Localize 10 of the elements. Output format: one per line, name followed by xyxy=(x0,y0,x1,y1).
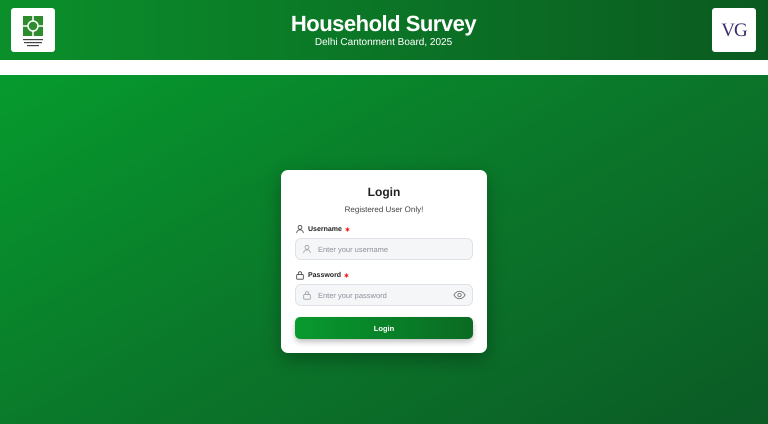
user-icon xyxy=(295,224,305,234)
app-title: Household Survey xyxy=(290,11,476,37)
app-subtitle: Delhi Cantonment Board, 2025 xyxy=(314,37,452,49)
login-subtitle: Registered User Only! xyxy=(344,205,424,214)
vg-logo: VG xyxy=(712,8,756,52)
show-password-eye-icon[interactable] xyxy=(453,290,466,300)
lock-icon xyxy=(302,290,312,300)
user-icon xyxy=(302,244,312,254)
login-title: Login xyxy=(366,184,402,200)
lock-icon xyxy=(295,270,305,280)
